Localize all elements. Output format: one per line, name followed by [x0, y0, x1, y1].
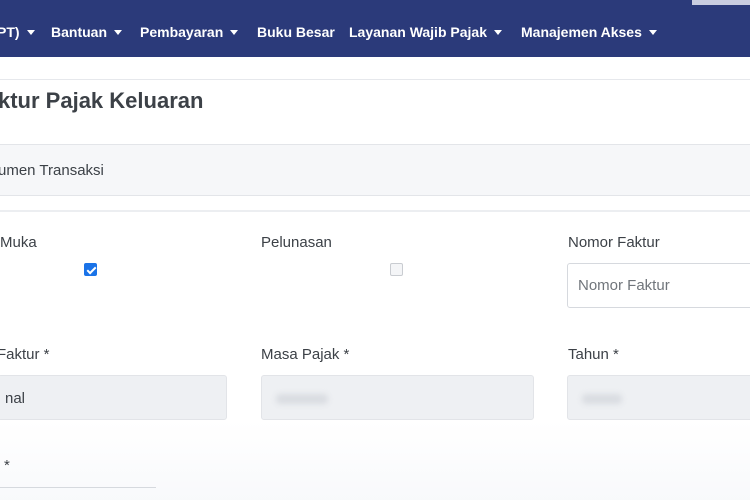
- nomor-faktur-label: Nomor Faktur: [568, 234, 660, 251]
- header-divider: [0, 79, 750, 80]
- jenis-faktur-value: nal: [5, 390, 26, 407]
- masa-pajak-blurred-value: [276, 394, 328, 405]
- pelunasan-label: Pelunasan: [261, 234, 332, 251]
- masa-pajak-label: Masa Pajak *: [261, 346, 350, 363]
- chevron-down-icon: [230, 30, 239, 35]
- page-title: ktur Pajak Keluaran: [0, 88, 204, 113]
- nav-item-manajemen-akses[interactable]: Manajemen Akses: [521, 24, 657, 40]
- nav-item-label: Buku Besar: [257, 24, 335, 40]
- pelunasan-checkbox[interactable]: [390, 263, 403, 276]
- nomor-faktur-input[interactable]: [567, 263, 750, 308]
- masa-pajak-select[interactable]: [261, 375, 534, 420]
- section-title: umen Transaksi: [0, 162, 104, 179]
- section-header: umen Transaksi: [0, 144, 750, 196]
- next-field-input[interactable]: [0, 452, 156, 488]
- tahun-select[interactable]: [567, 375, 750, 420]
- chevron-down-icon: [114, 30, 122, 35]
- nav-item-layanan-wajib-pajak[interactable]: Layanan Wajib Pajak: [349, 24, 502, 40]
- nav-item-label: Manajemen Akses: [521, 24, 642, 40]
- nav-item-label: Bantuan: [51, 24, 107, 40]
- uang-muka-label: Muka: [0, 234, 37, 251]
- nav-item-spt[interactable]: PT): [0, 24, 35, 40]
- nav-item-label: PT): [0, 24, 20, 40]
- tahun-label: Tahun *: [568, 346, 619, 363]
- chevron-down-icon: [26, 30, 35, 35]
- chevron-down-icon: [648, 30, 657, 35]
- nav-item-label: Layanan Wajib Pajak: [349, 24, 487, 40]
- nav-item-buku-besar[interactable]: Buku Besar: [257, 24, 335, 40]
- top-navbar: PT) Bantuan Pembayaran Buku Besar Layana…: [0, 0, 750, 57]
- uang-muka-checkbox[interactable]: [84, 263, 97, 276]
- nav-item-label: Pembayaran: [140, 24, 224, 40]
- jenis-faktur-select[interactable]: nal: [0, 375, 227, 420]
- navbar-accent: [692, 0, 750, 5]
- nav-item-pembayaran[interactable]: Pembayaran: [140, 24, 239, 40]
- tahun-blurred-value: [582, 394, 622, 405]
- jenis-faktur-label: Faktur *: [0, 346, 50, 363]
- section-divider: [0, 210, 750, 212]
- nav-item-bantuan[interactable]: Bantuan: [51, 24, 122, 40]
- chevron-down-icon: [493, 30, 502, 35]
